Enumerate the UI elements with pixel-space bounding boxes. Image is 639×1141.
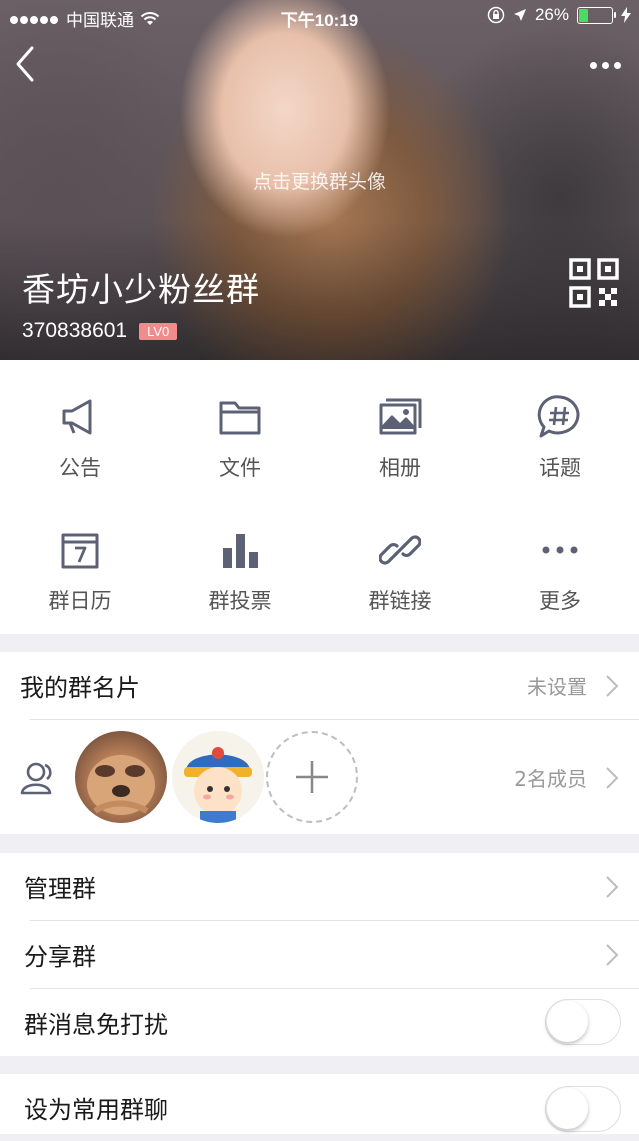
members-count: 2名成员: [514, 766, 587, 791]
chevron-right-icon: [606, 675, 619, 697]
feature-more[interactable]: 更多: [480, 493, 639, 623]
group-id: 370838601: [22, 319, 128, 342]
add-member-button[interactable]: [266, 731, 358, 823]
battery-icon: [577, 6, 616, 24]
feature-topic[interactable]: 话题: [480, 360, 639, 490]
more-icon: [537, 527, 583, 573]
qr-code-icon[interactable]: [569, 258, 619, 308]
mute-label: 群消息免打扰: [24, 1011, 168, 1039]
feature-label: 更多: [539, 589, 581, 613]
charging-icon: [621, 7, 631, 23]
group-header[interactable]: 中国联通 下午10:19 26% 点击更换群头像 香坊小少粉丝群 3708386…: [0, 0, 639, 360]
feature-label: 群投票: [208, 589, 272, 613]
feature-label: 相册: [379, 456, 421, 480]
feature-grid: 公告 文件 相册 话题 群日历 群投票 群链接 更多: [0, 360, 639, 634]
mute-row: 群消息免打扰: [0, 989, 639, 1056]
my-group-card-value: 未设置: [527, 675, 587, 699]
feature-label: 群日历: [48, 589, 112, 613]
member-avatar[interactable]: [75, 731, 167, 823]
toggle-knob: [547, 1088, 588, 1129]
feature-link[interactable]: 群链接: [320, 493, 480, 623]
my-group-card-row[interactable]: 我的群名片 未设置: [0, 652, 639, 719]
plus-icon: [296, 761, 328, 793]
share-group-label: 分享群: [24, 943, 96, 971]
battery-fill: [579, 8, 588, 22]
status-bar: 中国联通 下午10:19 26%: [0, 0, 639, 34]
favorite-toggle[interactable]: [545, 1086, 621, 1132]
feature-vote[interactable]: 群投票: [160, 493, 320, 623]
feature-label: 群链接: [368, 589, 432, 613]
manage-group-label: 管理群: [24, 875, 96, 903]
my-group-card-label: 我的群名片: [20, 674, 140, 702]
toggle-knob: [547, 1001, 588, 1042]
feature-label: 文件: [219, 456, 261, 480]
dog-photo: [87, 755, 155, 815]
cartoon-avatar: [172, 731, 264, 823]
status-right: 26%: [487, 5, 631, 25]
level-badge: LV0: [139, 322, 178, 340]
manage-group-row[interactable]: 管理群: [0, 853, 639, 920]
group-name: 香坊小少粉丝群: [22, 270, 260, 309]
feature-label: 话题: [539, 456, 581, 480]
vote-icon: [217, 527, 263, 573]
change-avatar-hint[interactable]: 点击更换群头像: [0, 167, 639, 194]
feature-label: 公告: [59, 456, 101, 480]
megaphone-icon: [57, 394, 103, 440]
chevron-right-icon: [606, 876, 619, 898]
rotation-lock-icon: [487, 6, 505, 24]
feature-files[interactable]: 文件: [160, 360, 320, 490]
feature-announcement[interactable]: 公告: [0, 360, 160, 490]
group-id-row: 370838601 LV0: [22, 319, 178, 343]
album-icon: [377, 394, 423, 440]
member-avatar[interactable]: [172, 731, 264, 823]
calendar-icon: [57, 527, 103, 573]
chevron-right-icon: [606, 944, 619, 966]
feature-calendar[interactable]: 群日历: [0, 493, 160, 623]
back-icon[interactable]: [12, 44, 38, 84]
feature-album[interactable]: 相册: [320, 360, 480, 490]
link-icon: [377, 527, 423, 573]
share-group-row[interactable]: 分享群: [0, 921, 639, 988]
battery-percent: 26%: [534, 5, 569, 24]
members-icon: [20, 762, 52, 795]
more-options-icon[interactable]: [581, 52, 621, 78]
favorite-row: 设为常用群聊: [0, 1074, 639, 1141]
chevron-right-icon: [606, 767, 619, 789]
location-icon: [513, 9, 526, 21]
favorite-label: 设为常用群聊: [24, 1096, 168, 1124]
topic-icon: [537, 394, 583, 440]
folder-icon: [217, 394, 263, 440]
mute-toggle[interactable]: [545, 999, 621, 1045]
